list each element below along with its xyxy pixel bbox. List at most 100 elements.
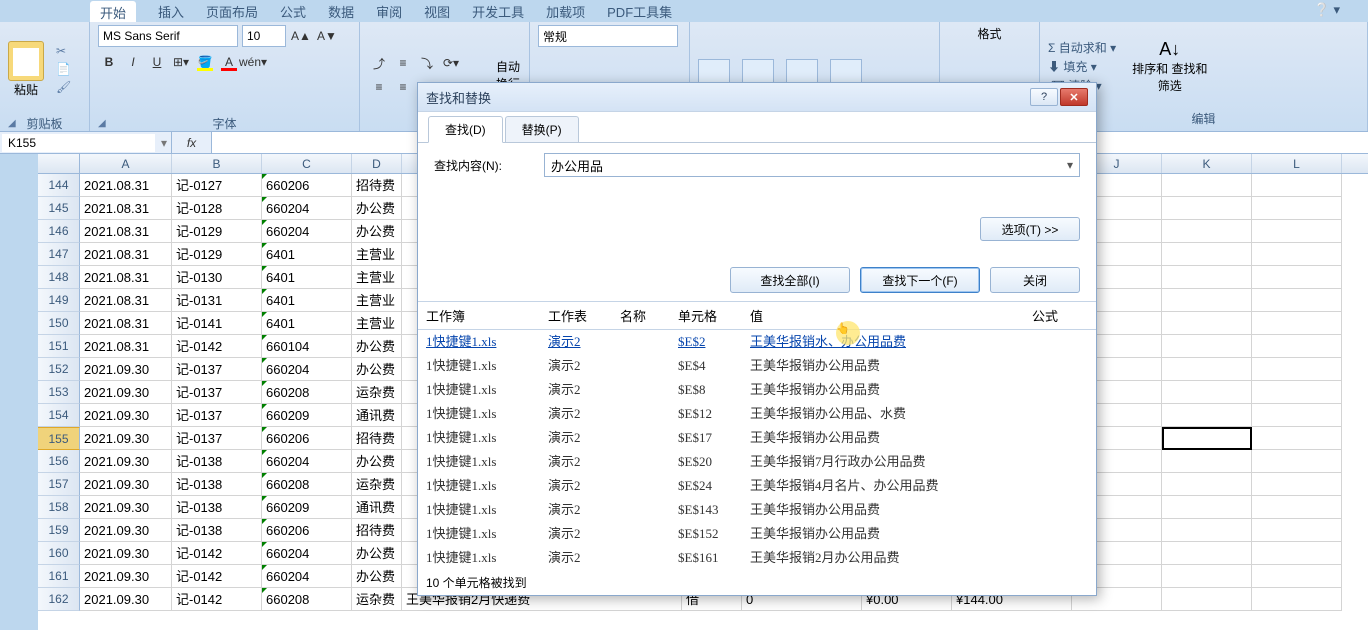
cell[interactable] xyxy=(1162,174,1252,197)
result-row[interactable]: 1快捷键1.xls演示2$E$161王美华报销2月办公用品费 xyxy=(418,546,1096,570)
result-cell[interactable]: $E$17 xyxy=(678,428,750,448)
cell[interactable] xyxy=(1162,542,1252,565)
result-worksheet[interactable]: 演示2 xyxy=(548,452,620,472)
autosum-button[interactable]: Σ 自动求和 ▾ xyxy=(1048,39,1116,56)
tab-find[interactable]: 查找(D) xyxy=(428,116,503,143)
result-row[interactable]: 1快捷键1.xls演示2$E$17王美华报销办公用品费 xyxy=(418,426,1096,450)
shrink-font-icon[interactable]: A▼ xyxy=(316,25,338,47)
result-workbook[interactable]: 1快捷键1.xls xyxy=(426,356,548,376)
cell[interactable]: 2021.08.31 xyxy=(80,174,172,197)
cell[interactable]: 6401 xyxy=(262,243,352,266)
format-painter-icon[interactable]: 🖌 xyxy=(56,80,71,94)
result-row[interactable]: 1快捷键1.xls演示2$E$143王美华报销办公用品费 xyxy=(418,498,1096,522)
cell[interactable] xyxy=(1162,404,1252,427)
cell[interactable] xyxy=(1252,312,1342,335)
cell[interactable]: 记-0129 xyxy=(172,220,262,243)
cell[interactable] xyxy=(1162,588,1252,611)
cell[interactable]: 记-0141 xyxy=(172,312,262,335)
cell[interactable]: 2021.08.31 xyxy=(80,312,172,335)
cell[interactable]: 660206 xyxy=(262,427,352,450)
cell[interactable] xyxy=(1162,312,1252,335)
result-worksheet[interactable]: 演示2 xyxy=(548,380,620,400)
underline-button[interactable]: U xyxy=(146,51,168,73)
result-worksheet[interactable]: 演示2 xyxy=(548,404,620,424)
cell[interactable] xyxy=(1252,289,1342,312)
row-header[interactable]: 160 xyxy=(38,542,80,565)
result-row[interactable]: 1快捷键1.xls演示2$E$24王美华报销4月名片、办公用品费 xyxy=(418,474,1096,498)
cell[interactable] xyxy=(1162,335,1252,358)
result-worksheet[interactable]: 演示2 xyxy=(548,428,620,448)
cell[interactable]: 660206 xyxy=(262,174,352,197)
cell[interactable]: 记-0130 xyxy=(172,266,262,289)
align-bot-icon[interactable]: ⤵ xyxy=(416,52,438,74)
cell[interactable]: 660104 xyxy=(262,335,352,358)
cell[interactable] xyxy=(1252,266,1342,289)
result-worksheet[interactable]: 演示2 xyxy=(548,476,620,496)
cell[interactable]: 记-0142 xyxy=(172,588,262,611)
font-color-button[interactable]: A xyxy=(218,51,240,73)
cell[interactable]: 运杂费 xyxy=(352,381,402,404)
cell[interactable] xyxy=(1162,289,1252,312)
cell[interactable] xyxy=(1162,266,1252,289)
cell[interactable]: 660204 xyxy=(262,220,352,243)
result-workbook[interactable]: 1快捷键1.xls xyxy=(426,332,548,352)
cell[interactable]: 660204 xyxy=(262,358,352,381)
paste-button[interactable]: 粘贴 xyxy=(8,41,44,98)
italic-button[interactable]: I xyxy=(122,51,144,73)
tab-home[interactable]: 开始 xyxy=(90,1,136,22)
tab-insert[interactable]: 插入 xyxy=(158,2,184,21)
row-header[interactable]: 144 xyxy=(38,174,80,197)
cell[interactable] xyxy=(1162,358,1252,381)
name-box[interactable] xyxy=(2,134,155,152)
result-cell[interactable]: $E$4 xyxy=(678,356,750,376)
cell[interactable]: 办公费 xyxy=(352,358,402,381)
tab-data[interactable]: 数据 xyxy=(328,2,354,21)
cell[interactable] xyxy=(1162,243,1252,266)
help-icon[interactable]: ❔ ▾ xyxy=(1314,2,1340,18)
sort-filter-button[interactable]: A↓ 排序和 查找和 筛选 xyxy=(1132,39,1207,94)
tab-developer[interactable]: 开发工具 xyxy=(472,2,524,21)
cell[interactable] xyxy=(1252,450,1342,473)
result-workbook[interactable]: 1快捷键1.xls xyxy=(426,524,548,544)
tab-replace[interactable]: 替换(P) xyxy=(505,116,579,142)
clipboard-launcher-icon[interactable]: ◢ xyxy=(8,118,79,129)
cell[interactable]: 2021.09.30 xyxy=(80,427,172,450)
cell[interactable]: 办公费 xyxy=(352,197,402,220)
cell[interactable]: 办公费 xyxy=(352,220,402,243)
col-header-C[interactable]: C xyxy=(262,154,352,173)
find-input[interactable] xyxy=(545,154,1061,176)
cell[interactable]: 2021.08.31 xyxy=(80,197,172,220)
select-all-corner[interactable] xyxy=(38,154,80,174)
cell[interactable] xyxy=(1162,381,1252,404)
orientation-icon[interactable]: ⟳▾ xyxy=(440,52,462,74)
border-button[interactable]: ⊞▾ xyxy=(170,51,192,73)
result-cell[interactable]: $E$12 xyxy=(678,404,750,424)
result-value[interactable]: 王美华报销办公用品、水费 xyxy=(750,404,1032,424)
result-row[interactable]: 1快捷键1.xls演示2$E$12王美华报销办公用品、水费 xyxy=(418,402,1096,426)
cell[interactable] xyxy=(1162,197,1252,220)
row-header[interactable]: 153 xyxy=(38,381,80,404)
cell[interactable] xyxy=(1252,381,1342,404)
cell[interactable] xyxy=(1252,427,1342,450)
find-next-button[interactable]: 查找下一个(F) xyxy=(860,267,980,293)
cell[interactable]: 记-0131 xyxy=(172,289,262,312)
cell[interactable]: 办公费 xyxy=(352,450,402,473)
cell[interactable]: 2021.08.31 xyxy=(80,335,172,358)
cell[interactable] xyxy=(1252,519,1342,542)
row-header[interactable]: 150 xyxy=(38,312,80,335)
result-row[interactable]: 1快捷键1.xls演示2$E$152王美华报销办公用品费 xyxy=(418,522,1096,546)
cell[interactable]: 记-0137 xyxy=(172,358,262,381)
row-header[interactable]: 152 xyxy=(38,358,80,381)
cell[interactable] xyxy=(1252,243,1342,266)
font-size-select[interactable] xyxy=(242,25,286,47)
cell[interactable]: 运杂费 xyxy=(352,473,402,496)
cell[interactable]: 2021.09.30 xyxy=(80,519,172,542)
find-all-button[interactable]: 查找全部(I) xyxy=(730,267,850,293)
row-header[interactable]: 145 xyxy=(38,197,80,220)
font-launcher-icon[interactable]: ◢ xyxy=(98,118,349,129)
result-value[interactable]: 王美华报销办公用品费 xyxy=(750,500,1032,520)
cell[interactable] xyxy=(1162,496,1252,519)
cell[interactable]: 2021.09.30 xyxy=(80,542,172,565)
tab-review[interactable]: 审阅 xyxy=(376,2,402,21)
cell[interactable]: 660209 xyxy=(262,496,352,519)
